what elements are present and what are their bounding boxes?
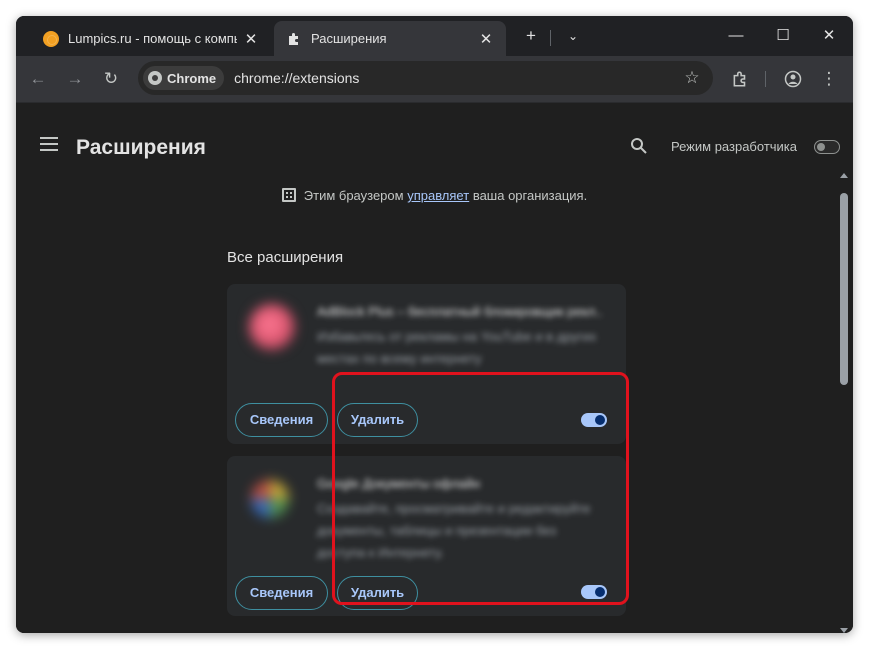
scrollbar[interactable] <box>836 168 852 633</box>
extension-logo <box>251 480 289 518</box>
puzzle-icon <box>286 31 302 47</box>
close-icon[interactable]: ✕ <box>243 30 259 48</box>
page-title: Расширения <box>76 136 206 159</box>
managed-link[interactable]: управляет <box>407 188 469 203</box>
managed-notice: Этим браузером управляет ваша организаци… <box>16 188 853 203</box>
divider <box>550 30 551 46</box>
extension-description: Избавьтесь от рекламы на YouTube и в дру… <box>317 329 597 366</box>
url-text[interactable]: chrome://extensions <box>234 70 681 86</box>
managed-text: Этим браузером <box>303 188 408 203</box>
extensions-puzzle-icon[interactable] <box>729 68 751 90</box>
tab-title: Расширения <box>311 31 387 46</box>
close-icon[interactable]: ✕ <box>478 30 494 48</box>
developer-mode-label: Режим разработчика <box>671 139 798 154</box>
extension-name: AdBlock Plus – бесплатный блокировщик ре… <box>317 304 602 319</box>
forward-icon[interactable]: → <box>64 68 86 90</box>
tab-extensions[interactable]: Расширения ✕ <box>274 21 506 56</box>
search-icon[interactable] <box>630 137 650 157</box>
tab-lumpics[interactable]: Lumpics.ru - помощь с компь ✕ <box>31 21 271 56</box>
chip-label: Chrome <box>167 70 217 86</box>
close-window-icon[interactable]: ✕ <box>819 26 839 46</box>
divider <box>765 71 766 87</box>
maximize-icon[interactable]: ☐ <box>773 26 793 46</box>
section-title: Все расширения <box>227 249 344 266</box>
building-icon <box>281 188 296 202</box>
back-icon[interactable]: ← <box>27 68 49 90</box>
tab-search-chevron-icon[interactable]: ⌄ <box>563 26 583 46</box>
chrome-icon <box>148 71 162 85</box>
reload-icon[interactable]: ↻ <box>100 68 122 90</box>
more-menu-icon[interactable]: ⋮ <box>818 68 840 90</box>
minimize-icon[interactable]: — <box>726 26 746 46</box>
scroll-up-icon[interactable] <box>840 173 848 178</box>
details-button[interactable]: Сведения <box>235 576 328 610</box>
star-icon[interactable]: ☆ <box>681 67 703 89</box>
toolbar: ← → ↻ Chrome chrome://extensions ☆ ⋮ <box>16 56 853 103</box>
extension-logo <box>249 304 295 350</box>
profile-icon[interactable] <box>782 68 804 90</box>
highlight-annotation <box>332 372 629 605</box>
chrome-chip[interactable]: Chrome <box>143 66 225 90</box>
scrollbar-thumb[interactable] <box>840 193 848 385</box>
scroll-down-icon[interactable] <box>840 628 848 633</box>
hamburger-menu-icon[interactable] <box>40 137 58 151</box>
tab-strip: Lumpics.ru - помощь с компь ✕ Расширения… <box>16 16 853 56</box>
new-tab-icon[interactable]: + <box>521 26 541 46</box>
orange-icon <box>43 30 59 47</box>
address-bar[interactable]: Chrome chrome://extensions ☆ <box>138 61 713 95</box>
developer-mode-toggle[interactable] <box>814 140 840 154</box>
managed-text-suffix: ваша организация. <box>469 188 588 203</box>
details-button[interactable]: Сведения <box>235 403 328 437</box>
tab-title: Lumpics.ru - помощь с компь <box>68 31 237 46</box>
